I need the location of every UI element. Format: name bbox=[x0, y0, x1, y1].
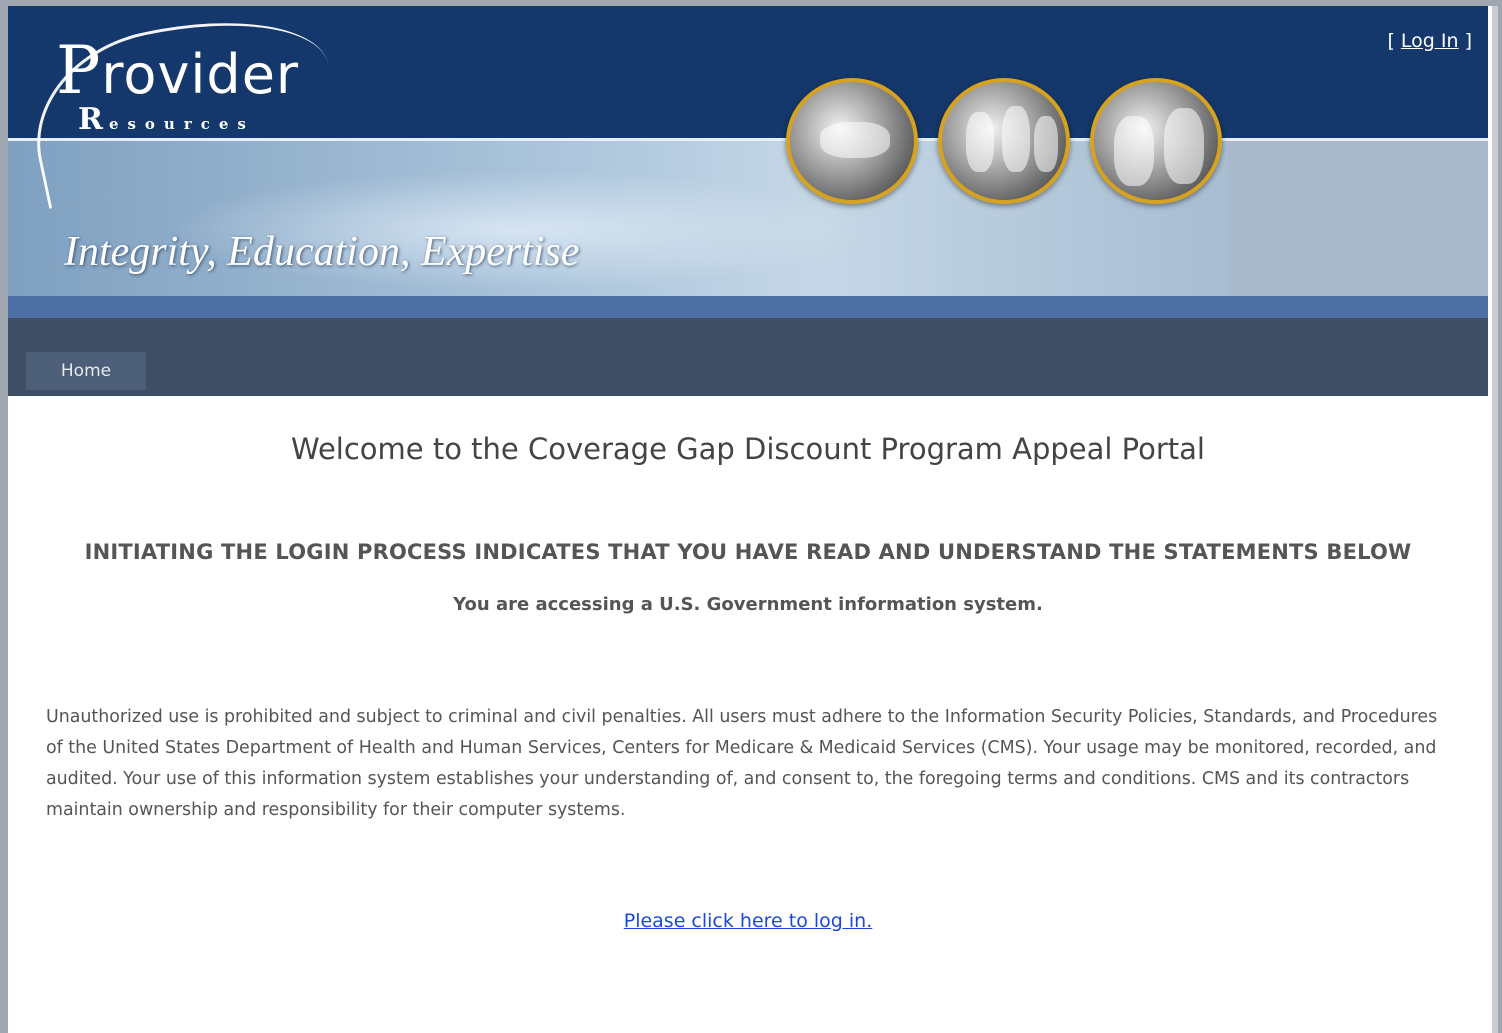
nav-bar: Home bbox=[8, 318, 1488, 396]
header-login-link[interactable]: Log In bbox=[1401, 30, 1459, 52]
logo-sub-initial: R bbox=[78, 102, 109, 137]
tab-home[interactable]: Home bbox=[26, 352, 146, 390]
page-title: Welcome to the Coverage Gap Discount Pro… bbox=[290, 432, 1205, 466]
logo-main-text: rovider bbox=[101, 43, 300, 106]
login-notice: INITIATING THE LOGIN PROCESS INDICATES T… bbox=[84, 540, 1412, 564]
login-bracket-open: [ bbox=[1387, 30, 1401, 52]
logo: Provider bbox=[56, 32, 299, 109]
logo-sub-text: esources bbox=[108, 115, 255, 133]
logo-subtitle: Resources bbox=[78, 102, 255, 137]
meeting-photo bbox=[938, 78, 1070, 204]
banner-right-panel bbox=[1228, 140, 1488, 296]
handshake-photo bbox=[786, 78, 918, 204]
main-content: Welcome to the Coverage Gap Discount Pro… bbox=[8, 396, 1488, 1033]
logo-initial: P bbox=[56, 32, 102, 109]
click-to-login-link[interactable]: Please click here to log in. bbox=[624, 910, 873, 932]
medical-staff-photo bbox=[1090, 78, 1222, 204]
login-bracket-close: ] bbox=[1458, 30, 1472, 52]
login-link-container: [ Log In ] bbox=[1387, 30, 1472, 52]
header-banner: Provider Resources Integrity, Education,… bbox=[8, 6, 1488, 322]
tagline: Integrity, Education, Expertise bbox=[64, 229, 580, 275]
gov-system-notice: You are accessing a U.S. Government info… bbox=[453, 594, 1043, 615]
legal-statement: Unauthorized use is prohibited and subje… bbox=[46, 707, 1438, 820]
login-link-wrapper: Please click here to log in. bbox=[8, 910, 1488, 932]
